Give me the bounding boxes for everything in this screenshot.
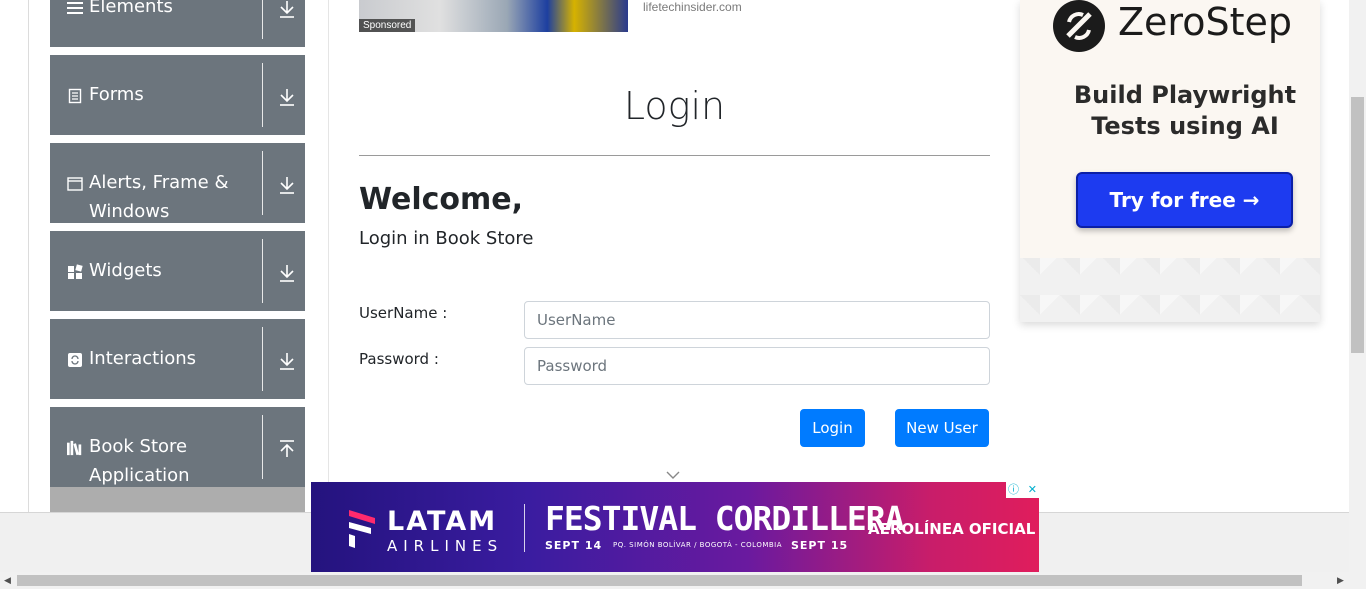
close-icon[interactable]: ✕ (1028, 483, 1037, 497)
login-button[interactable]: Login (800, 409, 865, 447)
scroll-right-icon[interactable]: ▶ (1337, 576, 1344, 586)
password-input[interactable] (524, 347, 990, 385)
sidebar-group-widgets[interactable]: Widgets (50, 231, 305, 311)
sidebar-group-label: Forms (89, 84, 144, 105)
ad-card: ZeroStep Build Playwright Tests using AI… (1020, 0, 1320, 258)
download-arrow-icon[interactable] (278, 0, 296, 19)
sidebar-group-separator (262, 0, 263, 39)
try-for-free-button[interactable]: Try for free → (1076, 172, 1293, 228)
login-subheading: Login in Book Store (359, 228, 534, 249)
sidebar-group-separator (262, 151, 263, 215)
sponsored-ad-domain[interactable]: lifetechinsider.com (643, 0, 742, 14)
sidebar-group-label: Book Store Application (89, 436, 190, 486)
sidebar-group-book-store[interactable]: Book Store Application (50, 407, 305, 487)
latam-brand: LATAM (387, 506, 498, 537)
grid-icon (67, 264, 83, 280)
latam-logo-icon (345, 504, 377, 550)
sidebar-group-label: Alerts, Frame & Windows (89, 172, 229, 222)
username-label: UserName : (359, 304, 448, 322)
info-icon[interactable]: ⓘ (1008, 483, 1019, 497)
sidebar-group-label: Widgets (89, 260, 162, 281)
festival-date-start: SEPT 14 (545, 539, 603, 552)
zerostep-logo-icon (1051, 0, 1107, 54)
refresh-icon (67, 352, 83, 368)
download-arrow-icon[interactable] (278, 87, 296, 107)
sidebar-left-border (28, 0, 29, 512)
ad-choices[interactable]: ⓘ ✕ (1006, 482, 1039, 498)
sponsored-ad-image[interactable]: Sponsored (359, 0, 628, 32)
scroll-left-icon[interactable]: ◀ (4, 576, 11, 586)
horizontal-scrollbar-thumb[interactable] (17, 575, 1302, 586)
sidebar-group-separator (262, 63, 263, 127)
ad-brand-name: ZeroStep (1118, 0, 1292, 44)
sidebar-group-separator (262, 327, 263, 391)
sidebar-group-label: Elements (89, 0, 173, 17)
document-icon (67, 88, 83, 104)
vertical-scrollbar-thumb[interactable] (1351, 97, 1364, 353)
sponsored-label: Sponsored (359, 19, 416, 32)
username-input[interactable] (524, 301, 990, 339)
page: Elements Forms Alerts, Frame & Windows W… (0, 0, 1366, 589)
ad-background-pattern (1020, 255, 1320, 322)
download-arrow-icon[interactable] (278, 175, 296, 195)
title-divider (359, 155, 990, 156)
password-label: Password : (359, 350, 439, 368)
download-arrow-icon[interactable] (278, 263, 296, 283)
sidebar-group-forms[interactable]: Forms (50, 55, 305, 135)
window-icon (67, 176, 83, 192)
sidebar-group-alerts[interactable]: Alerts, Frame & Windows (50, 143, 305, 223)
banner-divider (524, 504, 525, 552)
horizontal-scrollbar[interactable]: ◀ ▶ (0, 572, 1366, 589)
zerostep-ad[interactable]: ZeroStep Build Playwright Tests using AI… (1020, 0, 1320, 322)
welcome-heading: Welcome, (359, 182, 524, 217)
chevron-down-icon[interactable] (665, 468, 681, 480)
festival-location: PQ. SIMÓN BOLÍVAR / BOGOTÁ - COLOMBIA (613, 541, 783, 549)
sidebar-subitem[interactable] (50, 487, 305, 512)
official-airline-tag: AEROLÍNEA OFICIAL (868, 520, 1036, 538)
new-user-button[interactable]: New User (895, 409, 989, 447)
upload-arrow-icon[interactable] (278, 439, 296, 459)
sidebar-group-interactions[interactable]: Interactions (50, 319, 305, 399)
vertical-scrollbar[interactable] (1349, 0, 1366, 572)
list-icon (67, 0, 83, 16)
sidebar-group-elements[interactable]: Elements (50, 0, 305, 47)
download-arrow-icon[interactable] (278, 351, 296, 371)
books-icon (67, 440, 83, 456)
latam-airlines: AIRLINES (387, 537, 504, 555)
sidebar-group-separator (262, 415, 263, 479)
sidebar-right-border (328, 0, 329, 512)
page-title: Login (623, 84, 726, 128)
latam-banner-ad[interactable]: LATAM AIRLINES FESTIVAL CORDILLERA SEPT … (311, 482, 1039, 572)
sidebar-group-separator (262, 239, 263, 303)
sidebar-group-label: Interactions (89, 348, 197, 369)
festival-date-end: SEPT 15 (791, 539, 849, 552)
ad-tagline: Build Playwright Tests using AI (1073, 81, 1297, 140)
festival-title: FESTIVAL CORDILLERA (545, 499, 904, 538)
